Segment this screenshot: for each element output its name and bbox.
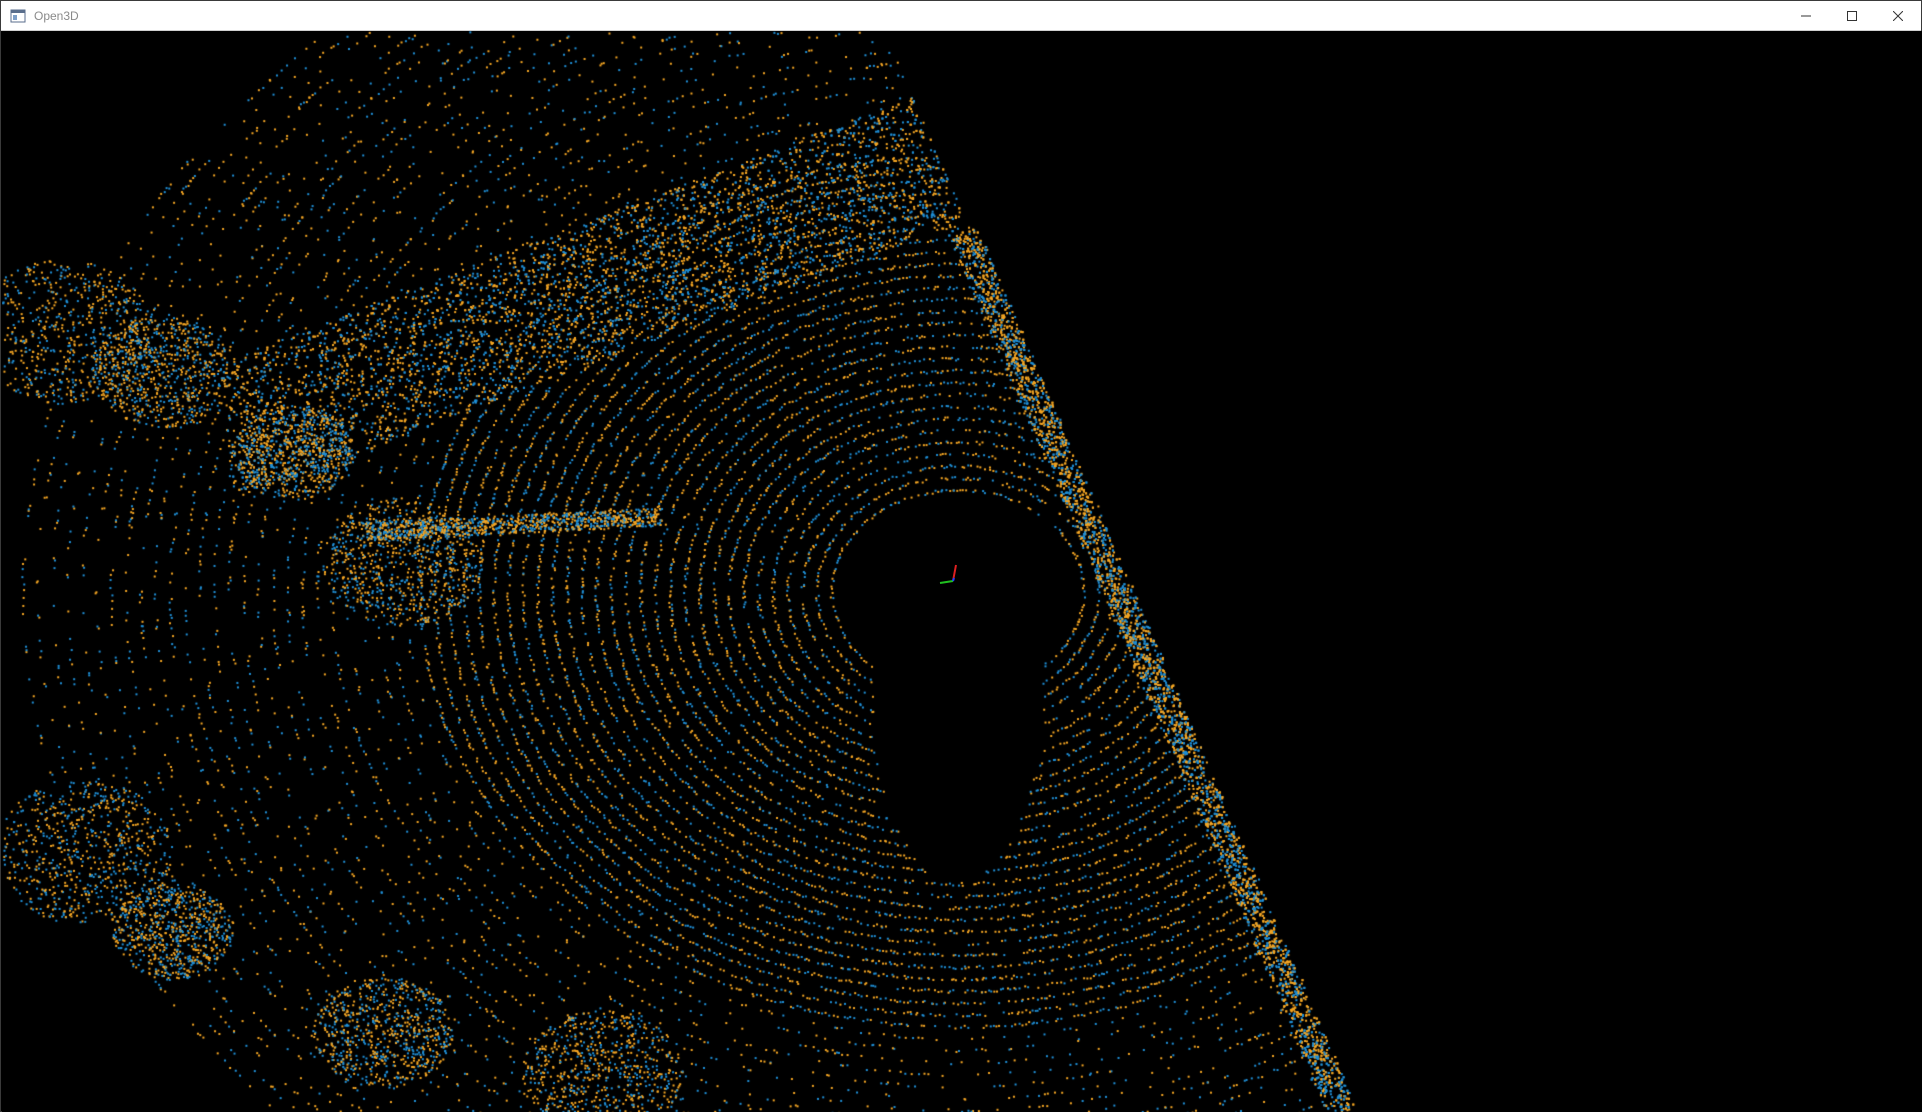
open3d-window-icon[interactable] [10,8,26,24]
axis-y-line [939,580,954,584]
open3d-window: Open3D [0,0,1922,1112]
coordinate-axes-gizmo [939,564,957,584]
maximize-icon [1847,10,1857,21]
minimize-button[interactable] [1783,1,1829,30]
maximize-button[interactable] [1829,1,1875,30]
caption-buttons [1783,1,1921,30]
close-button[interactable] [1875,1,1921,30]
point-cloud-viewport[interactable] [2,31,1922,1112]
close-icon [1893,10,1903,21]
minimize-icon [1801,15,1811,16]
axis-z-line [952,577,955,582]
title-bar[interactable]: Open3D [1,1,1921,31]
window-title: Open3D [34,8,79,23]
